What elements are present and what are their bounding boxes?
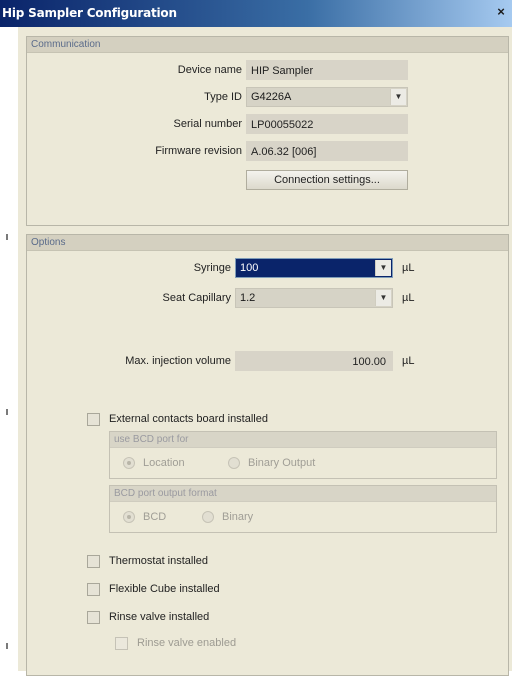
type-id-select[interactable]: G4226A ▼ <box>246 87 408 107</box>
serial-number-label: Serial number <box>173 118 242 130</box>
device-name-label: Device name <box>177 64 242 76</box>
chevron-down-icon[interactable]: ▼ <box>375 290 391 306</box>
flexible-cube-label: Flexible Cube installed <box>109 583 220 595</box>
dialog-body: Communication Device name HIP Sampler Ty… <box>18 27 512 676</box>
radio-bcd-label: BCD <box>143 511 167 523</box>
external-contacts-checkbox[interactable] <box>87 413 100 426</box>
serial-number-field: LP00055022 <box>246 114 408 134</box>
divider-tick <box>6 234 8 240</box>
device-name-field: HIP Sampler <box>246 60 408 80</box>
thermostat-label: Thermostat installed <box>109 555 209 567</box>
communication-header: Communication <box>27 37 508 53</box>
radio-bcd[interactable] <box>123 511 135 523</box>
divider-tick <box>6 409 8 415</box>
close-icon[interactable]: × <box>494 5 508 19</box>
bcd-port-format-group: BCD port output format BCD Binary <box>109 485 497 533</box>
rinse-valve-enabled-label: Rinse valve enabled <box>137 637 237 649</box>
radio-location[interactable] <box>123 457 135 469</box>
max-injection-volume-label: Max. injection volume <box>125 355 231 367</box>
options-group: Options Syringe 100 ▼ µL Seat Capillary … <box>26 234 509 676</box>
external-contacts-label: External contacts board installed <box>109 413 268 425</box>
radio-binary[interactable] <box>202 511 214 523</box>
window-title: Hip Sampler Configuration <box>2 6 177 20</box>
radio-binary-label: Binary <box>222 511 254 523</box>
seat-capillary-select[interactable]: 1.2 ▼ <box>235 288 393 308</box>
rinse-valve-label: Rinse valve installed <box>109 611 210 623</box>
divider-tick <box>6 643 8 649</box>
communication-group: Communication Device name HIP Sampler Ty… <box>26 36 509 226</box>
chevron-down-icon[interactable]: ▼ <box>390 89 406 105</box>
chevron-down-icon[interactable]: ▼ <box>375 260 391 276</box>
left-strip <box>0 27 18 671</box>
bcd-port-use-header: use BCD port for <box>110 432 496 448</box>
title-bar: Hip Sampler Configuration × <box>0 0 512 27</box>
seat-capillary-value: 1.2 <box>240 292 256 304</box>
syringe-label: Syringe <box>193 262 231 274</box>
thermostat-checkbox[interactable] <box>87 555 100 568</box>
rinse-valve-enabled-checkbox[interactable] <box>115 637 128 650</box>
bcd-port-use-group: use BCD port for Location Binary Output <box>109 431 497 479</box>
max-injection-volume-field: 100.00 <box>235 351 393 371</box>
radio-binary-output-label: Binary Output <box>248 457 316 469</box>
firmware-revision-field: A.06.32 [006] <box>246 141 408 161</box>
syringe-select[interactable]: 100 ▼ <box>235 258 393 278</box>
firmware-revision-label: Firmware revision <box>155 145 242 157</box>
bcd-port-format-header: BCD port output format <box>110 486 496 502</box>
syringe-unit: µL <box>402 262 415 274</box>
options-header: Options <box>27 235 508 251</box>
connection-settings-button[interactable]: Connection settings... <box>246 170 408 190</box>
seat-capillary-label: Seat Capillary <box>162 292 231 304</box>
syringe-value: 100 <box>240 262 259 274</box>
max-injection-volume-unit: µL <box>402 355 415 367</box>
radio-location-label: Location <box>143 457 185 469</box>
type-id-value: G4226A <box>251 91 292 103</box>
radio-binary-output[interactable] <box>228 457 240 469</box>
seat-capillary-unit: µL <box>402 292 415 304</box>
type-id-label: Type ID <box>204 91 242 103</box>
flexible-cube-checkbox[interactable] <box>87 583 100 596</box>
rinse-valve-checkbox[interactable] <box>87 611 100 624</box>
